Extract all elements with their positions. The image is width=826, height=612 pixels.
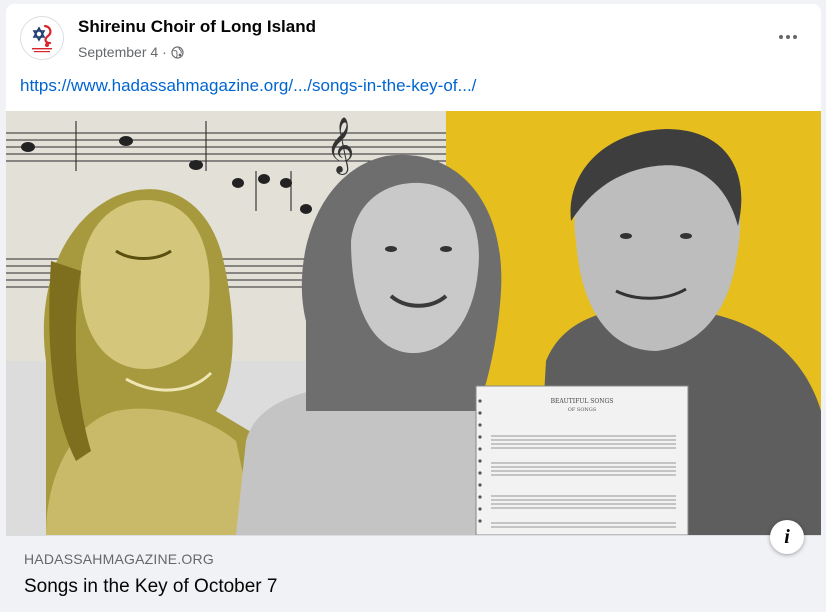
link-preview[interactable]: HADASSAHMAGAZINE.ORG Songs in the Key of… <box>6 535 821 610</box>
info-button[interactable]: i <box>770 520 804 554</box>
sheet-music-booklet: BEAUTIFUL SONGS OF SONGS <box>475 385 689 535</box>
post-date[interactable]: September 4 <box>78 44 158 60</box>
page-name[interactable]: Shireinu Choir of Long Island <box>78 17 316 37</box>
info-icon: i <box>784 526 790 548</box>
more-options-button[interactable] <box>771 26 805 48</box>
preview-title[interactable]: Songs in the Key of October 7 <box>24 576 278 598</box>
sheet-title: BEAUTIFUL SONGS <box>551 398 614 405</box>
post-meta: September 4 · <box>78 44 184 60</box>
svg-text:𝄞: 𝄞 <box>326 117 354 175</box>
article-photo: 𝄞 𝄞 <box>6 111 821 535</box>
choir-logo-icon <box>21 17 63 59</box>
post-link[interactable]: https://www.hadassahmagazine.org/.../son… <box>20 76 476 96</box>
article-image[interactable]: 𝄞 𝄞 <box>6 111 821 535</box>
more-options-icon <box>779 35 783 39</box>
globe-icon <box>171 45 184 59</box>
post-card: Shireinu Choir of Long Island September … <box>6 4 821 610</box>
sheet-subtitle: OF SONGS <box>568 407 597 413</box>
page-avatar[interactable] <box>20 16 64 60</box>
meta-separator: · <box>162 44 167 60</box>
preview-domain: HADASSAHMAGAZINE.ORG <box>24 551 214 567</box>
